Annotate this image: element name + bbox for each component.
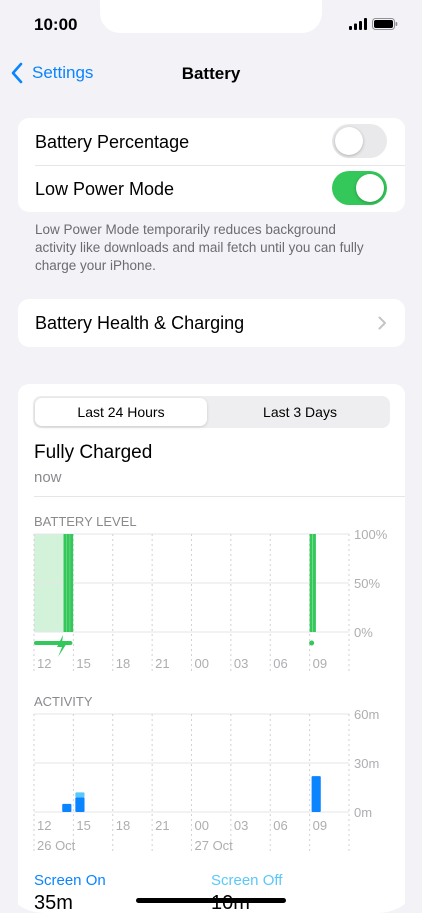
screen-off-bar — [75, 792, 85, 798]
screen-on-label: Screen On — [34, 872, 106, 889]
toggle-knob — [335, 127, 363, 155]
battery-icon — [372, 18, 398, 30]
y-tick-label: 50% — [354, 576, 380, 591]
activity-title: ACTIVITY — [34, 694, 93, 709]
screen-on-bar — [75, 797, 85, 812]
page-title: Battery — [181, 64, 241, 83]
y-tick-label: 0m — [354, 805, 372, 820]
x-tick-label: 06 — [273, 656, 287, 671]
y-tick-label: 60m — [354, 707, 379, 722]
date-label: 27 Oct — [195, 838, 234, 853]
divider — [35, 165, 405, 166]
low-power-mode-toggle[interactable] — [332, 171, 387, 205]
chevron-right-icon — [378, 316, 386, 330]
notch — [100, 0, 322, 33]
screen-on-value: 35m — [34, 892, 73, 913]
date-label: 26 Oct — [37, 838, 76, 853]
segment-last-24-hours[interactable]: Last 24 Hours — [35, 398, 207, 426]
battery-level-bar — [63, 534, 67, 632]
battery-level-bar — [309, 534, 313, 632]
charge-status: Fully Charged — [34, 442, 153, 463]
status-icons — [349, 18, 398, 30]
x-tick-label: 18 — [116, 656, 130, 671]
x-tick-label: 15 — [76, 656, 90, 671]
battery-dot — [309, 640, 315, 646]
x-tick-label: 21 — [155, 656, 169, 671]
x-tick-label: 03 — [234, 818, 248, 833]
battery-health-label: Battery Health & Charging — [35, 313, 245, 333]
x-tick-label: 09 — [313, 818, 327, 833]
home-indicator — [136, 898, 286, 903]
battery-level-chart: 12 15 18 21 00 03 06 09 100% 50% 0% — [33, 527, 388, 672]
y-tick-label: 30m — [354, 756, 379, 771]
toggle-knob — [356, 174, 384, 202]
battery-level-title: BATTERY LEVEL — [34, 514, 137, 529]
x-tick-label: 18 — [116, 818, 130, 833]
x-tick-label: 21 — [155, 818, 169, 833]
signal-icon — [349, 18, 367, 30]
screen-off-label: Screen Off — [211, 872, 283, 889]
lightning-icon — [57, 635, 67, 657]
status-time: 10:00 — [34, 15, 78, 34]
x-tick-label: 15 — [76, 818, 90, 833]
battery-percentage-toggle[interactable] — [332, 124, 387, 158]
x-tick-label: 09 — [313, 656, 327, 671]
battery-level-bar — [312, 534, 316, 632]
charge-time: now — [34, 469, 62, 486]
battery-settings-card: Battery Percentage Low Power Mode — [18, 118, 405, 212]
x-tick-label: 00 — [195, 656, 209, 671]
screen-on-bar — [62, 803, 72, 812]
battery-level-bar — [66, 534, 70, 632]
x-tick-label: 06 — [273, 818, 287, 833]
battery-usage-card: Last 24 Hours Last 3 Days Fully Charged … — [18, 384, 405, 913]
segment-last-3-days[interactable]: Last 3 Days — [214, 398, 386, 426]
x-tick-label: 03 — [234, 656, 248, 671]
x-tick-label: 00 — [195, 818, 209, 833]
x-tick-label: 12 — [37, 656, 51, 671]
battery-health-row[interactable]: Battery Health & Charging — [18, 299, 405, 347]
y-tick-label: 0% — [354, 625, 373, 640]
divider — [34, 496, 405, 497]
time-range-segmented-control: Last 24 Hours Last 3 Days — [33, 396, 390, 428]
x-tick-label: 12 — [37, 818, 51, 833]
low-power-footnote: Low Power Mode temporarily reduces backg… — [35, 222, 364, 273]
battery-level-bar — [70, 534, 74, 632]
screen: 10:00 Settings Battery Battery Percentag… — [0, 0, 422, 913]
screen-on-bar — [311, 776, 321, 812]
y-tick-label: 100% — [354, 527, 388, 542]
activity-chart: 12 15 18 21 00 03 06 09 26 Oct 27 Oct 60m 30m 0m — [33, 707, 379, 853]
